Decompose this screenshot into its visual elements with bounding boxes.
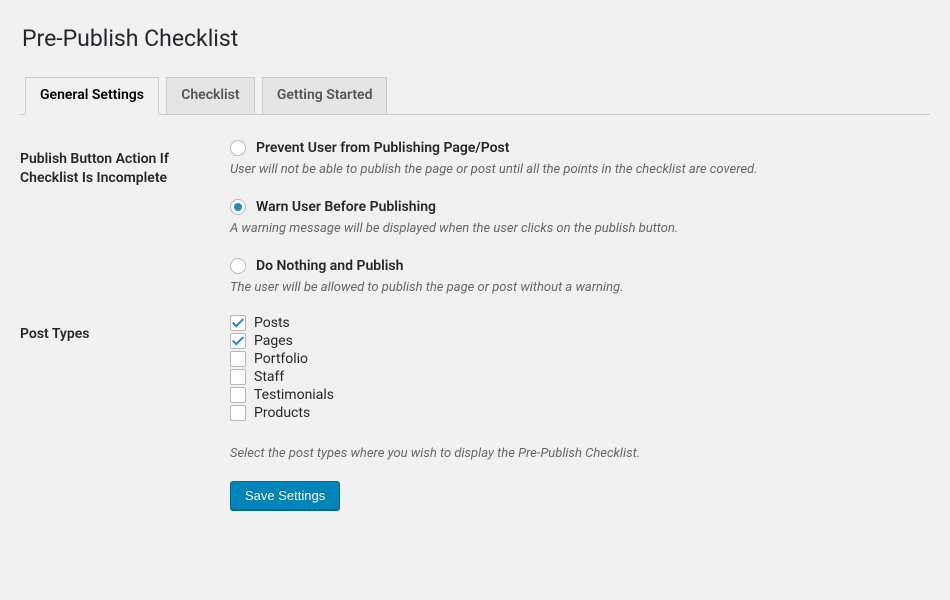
radio-label-text: Prevent User from Publishing Page/Post <box>256 140 509 156</box>
checkbox-icon <box>230 405 246 421</box>
radio-label-text: Warn User Before Publishing <box>256 199 436 215</box>
checkbox-pages[interactable]: Pages <box>230 333 920 349</box>
checkbox-label-text: Posts <box>254 315 290 331</box>
checkbox-portfolio[interactable]: Portfolio <box>230 351 920 367</box>
radio-description: A warning message will be displayed when… <box>230 221 920 236</box>
checkbox-posts[interactable]: Posts <box>230 315 920 331</box>
checkbox-icon <box>230 333 246 349</box>
post-types-description: Select the post types where you wish to … <box>230 446 920 461</box>
radio-icon <box>230 199 246 215</box>
checkbox-testimonials[interactable]: Testimonials <box>230 387 920 403</box>
radio-icon <box>230 140 246 156</box>
tab-bar: General Settings Checklist Getting Start… <box>20 77 930 115</box>
radio-warn-user[interactable]: Warn User Before Publishing <box>230 199 920 215</box>
page-title: Pre-Publish Checklist <box>22 25 930 52</box>
radio-icon <box>230 258 246 274</box>
checkbox-icon <box>230 387 246 403</box>
radio-description: User will not be able to publish the pag… <box>230 162 920 177</box>
checkbox-staff[interactable]: Staff <box>230 369 920 385</box>
checkbox-icon <box>230 369 246 385</box>
checkbox-label-text: Staff <box>254 369 284 385</box>
tab-getting-started[interactable]: Getting Started <box>262 77 388 114</box>
checkbox-products[interactable]: Products <box>230 405 920 421</box>
radio-prevent-publishing[interactable]: Prevent User from Publishing Page/Post <box>230 140 920 156</box>
publish-action-heading: Publish Button Action If Checklist Is In… <box>20 140 220 315</box>
checkbox-label-text: Testimonials <box>254 387 334 403</box>
radio-description: The user will be allowed to publish the … <box>230 280 920 295</box>
checkbox-label-text: Pages <box>254 333 293 349</box>
checkbox-label-text: Portfolio <box>254 351 308 367</box>
tab-checklist[interactable]: Checklist <box>166 77 254 114</box>
radio-do-nothing[interactable]: Do Nothing and Publish <box>230 258 920 274</box>
checkbox-icon <box>230 315 246 331</box>
checkbox-label-text: Products <box>254 405 310 421</box>
save-button[interactable]: Save Settings <box>230 481 340 510</box>
post-types-heading: Post Types <box>20 315 220 530</box>
checkbox-icon <box>230 351 246 367</box>
tab-general-settings[interactable]: General Settings <box>25 77 159 115</box>
radio-label-text: Do Nothing and Publish <box>256 258 403 274</box>
